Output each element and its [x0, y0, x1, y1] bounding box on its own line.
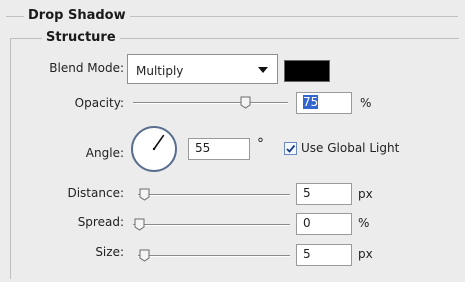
- opacity-slider-track[interactable]: [133, 102, 288, 103]
- spread-label: Spread:: [77, 215, 124, 229]
- spread-slider-track[interactable]: [133, 224, 290, 225]
- size-label: Size:: [95, 245, 124, 259]
- spread-value: 0: [303, 216, 311, 230]
- opacity-unit: %: [360, 96, 372, 110]
- angle-unit: °: [257, 136, 264, 152]
- angle-value: 55: [195, 141, 211, 155]
- spread-input[interactable]: 0: [296, 213, 352, 235]
- section-title: Drop Shadow: [24, 8, 130, 23]
- blend-mode-select[interactable]: Multiply: [127, 54, 278, 84]
- spread-unit: %: [358, 216, 370, 230]
- blend-mode-value: Multiply: [136, 64, 184, 78]
- size-unit: px: [358, 247, 373, 261]
- angle-dial[interactable]: [131, 126, 177, 172]
- distance-value: 5: [303, 186, 311, 200]
- size-value: 5: [303, 247, 311, 261]
- checkmark-icon: [286, 144, 296, 153]
- angle-indicator-icon: [152, 134, 165, 151]
- use-global-light-label: Use Global Light: [301, 141, 400, 155]
- use-global-light-checkbox[interactable]: [284, 142, 297, 155]
- opacity-label: Opacity:: [74, 96, 124, 110]
- shadow-color-swatch[interactable]: [284, 60, 330, 82]
- opacity-value: 75: [303, 95, 319, 109]
- opacity-input[interactable]: 75: [296, 92, 352, 114]
- chevron-down-icon: [258, 67, 268, 73]
- opacity-slider-thumb[interactable]: [240, 96, 251, 109]
- blend-mode-label: Blend Mode:: [49, 61, 124, 75]
- size-slider-track[interactable]: [138, 255, 290, 256]
- distance-input[interactable]: 5: [296, 183, 352, 205]
- distance-slider-thumb[interactable]: [139, 188, 150, 201]
- angle-input[interactable]: 55: [188, 138, 250, 160]
- distance-label: Distance:: [67, 186, 124, 200]
- group-title: Structure: [42, 30, 120, 45]
- distance-unit: px: [358, 187, 373, 201]
- size-slider-thumb[interactable]: [139, 249, 150, 262]
- angle-label: Angle:: [85, 146, 124, 160]
- spread-slider-thumb[interactable]: [134, 218, 145, 231]
- size-input[interactable]: 5: [296, 244, 352, 266]
- distance-slider-track[interactable]: [138, 194, 290, 195]
